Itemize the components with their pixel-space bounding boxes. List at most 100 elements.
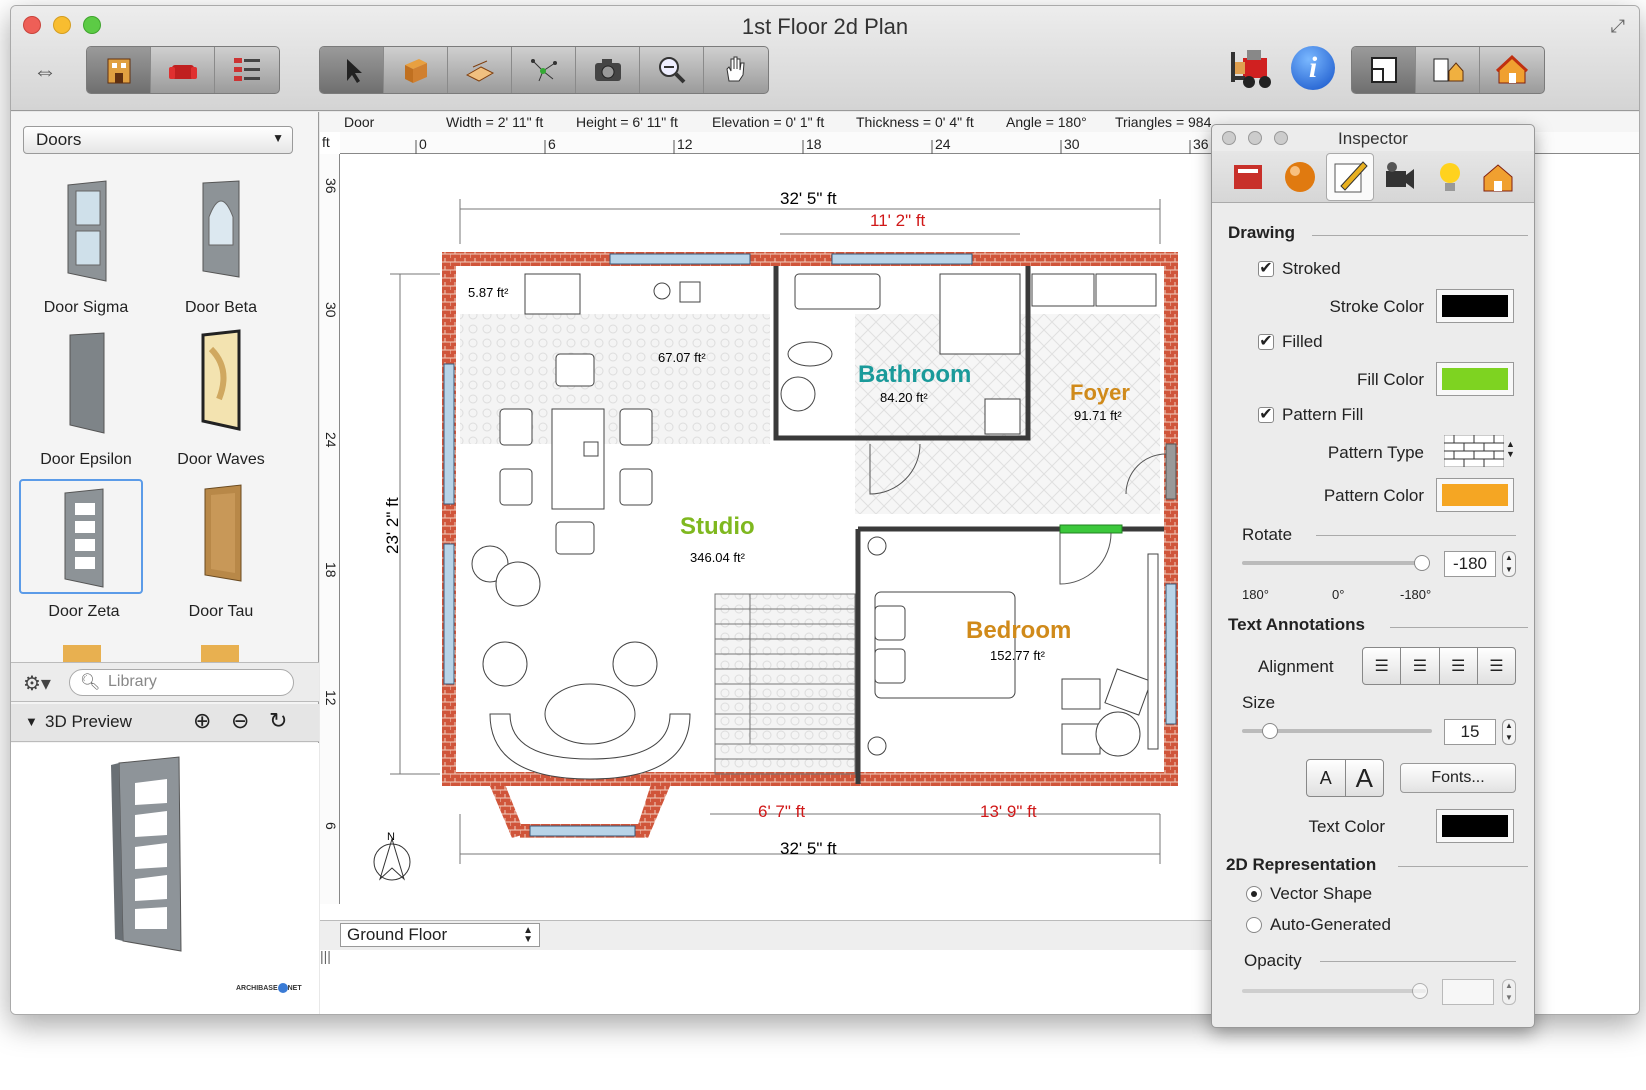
tab-camera-icon[interactable] [1382,159,1418,200]
gear-icon[interactable]: ⚙▾ [23,671,51,696]
tab-light-icon[interactable] [1432,159,1468,200]
align-right-button[interactable]: ☰ [1440,648,1478,684]
magnifier-icon [658,57,685,84]
3d-preview[interactable]: ARCHIBASE NET [11,743,319,1014]
room-name-foyer: Foyer [1070,380,1130,405]
larger-font-button[interactable]: A [1346,760,1384,796]
rotate-stepper[interactable]: ▲ ▼ [1502,551,1516,577]
split-view-button[interactable] [1416,47,1480,93]
nodes-icon [530,59,557,82]
font-size-segmented-control: A A [1306,759,1384,797]
text-color-well[interactable] [1436,809,1514,843]
auto-generated-radio[interactable]: Auto-Generated [1246,915,1391,935]
rotate-slider[interactable] [1242,561,1426,565]
category-select[interactable]: Doors ▼ [23,126,293,154]
dim-top: 32' 5" ft [780,189,837,208]
resize-handle-icon[interactable]: ||| [320,948,331,964]
canvas-bottom-bar: Ground Floor ▲ ▼ [320,920,1220,950]
zoom-in-icon[interactable]: ⊕ [193,708,211,734]
close-panel-button[interactable] [1222,131,1236,145]
category-value: Doors [36,130,82,149]
door-tau-icon [204,484,242,582]
toggle-sidebar-button[interactable]: ⇔ [33,58,57,86]
library-item-door-zeta[interactable]: Door Zeta [19,479,149,629]
fullscreen-icon[interactable]: ⤢ [1611,16,1625,37]
opacity-stepper[interactable]: ▲ ▼ [1502,979,1516,1005]
door-sigma-icon [67,180,107,282]
radio-selected-icon [1246,886,1262,902]
tab-material-icon[interactable] [1282,159,1318,200]
stepper-arrows-icon: ▲ ▼ [1506,439,1515,459]
info-elevation: Elevation = 0' 1" ft [712,114,825,130]
rotate-value-field[interactable]: -180 [1444,551,1496,577]
floor-select[interactable]: Ground Floor ▲ ▼ [340,923,540,947]
tab-building-icon[interactable] [1480,159,1516,200]
pan-tool-button[interactable] [704,47,768,93]
size-slider-knob[interactable] [1262,723,1278,739]
align-left-button[interactable]: ☰ [1363,648,1402,684]
size-label: Size [1242,693,1276,712]
list-view-button[interactable] [215,47,279,93]
library-item-label: Door Tau [188,603,254,620]
align-justify-button[interactable]: ☰ [1478,648,1515,684]
select-tool-button[interactable] [320,47,384,93]
ruler-tick: 24 [323,432,339,448]
zoom-panel-button[interactable] [1274,131,1288,145]
points-tool-button[interactable] [512,47,576,93]
text-annotations-header: Text Annotations [1228,615,1365,634]
stroke-color-well[interactable] [1436,289,1514,323]
zoom-tool-button[interactable] [640,47,704,93]
info-thickness: Thickness = 0' 4" ft [856,114,974,130]
chevron-down-icon: ▼ [272,131,284,145]
dim-bottom-red-2: 13' 9" ft [980,802,1037,821]
library-search-input[interactable]: 🔍︎ Library [69,669,294,696]
plan-view-button[interactable] [1352,47,1416,93]
library-item-door-epsilon[interactable]: Door Epsilon [21,329,151,479]
compass-icon: N [373,831,411,881]
view-mode-toolbar-group [1351,46,1545,94]
align-center-button[interactable]: ☰ [1401,648,1440,684]
window-title: 1st Floor 2d Plan [741,14,909,39]
floor-tool-button[interactable] [448,47,512,93]
zoom-out-icon[interactable]: ⊖ [231,708,249,734]
wall-tool-button[interactable] [384,47,448,93]
library-item-label: Door Zeta [48,603,120,620]
pattern-fill-checkbox[interactable]: ✔ Pattern Fill [1258,405,1363,425]
opacity-slider-knob[interactable] [1412,983,1428,999]
library-item-door-waves[interactable]: Door Waves [156,329,286,479]
floor-plan[interactable]: 32' 5" ft 11' 2" ft 23' 2" ft 32' 5" ft … [340,154,1240,914]
rotate-slider-knob[interactable] [1414,555,1430,571]
size-stepper[interactable]: ▲ ▼ [1502,719,1516,745]
rotate-icon[interactable]: ↻ [269,708,287,734]
pattern-color-well[interactable] [1436,478,1514,512]
ruler-tick: 6 [548,136,556,152]
disclosure-triangle-icon[interactable]: ▼ [25,714,38,729]
smaller-font-button[interactable]: A [1307,760,1346,796]
opacity-value-field[interactable] [1442,979,1494,1005]
pattern-type-select[interactable]: ▲ ▼ [1443,434,1516,469]
library-item-door-beta[interactable]: Door Beta [156,177,286,327]
fill-color-well[interactable] [1436,362,1514,396]
vector-shape-radio[interactable]: Vector Shape [1246,884,1372,904]
tab-object-icon[interactable] [1230,159,1266,200]
checkmark-icon: ✔ [1258,260,1274,277]
library-item-door-tau[interactable]: Door Tau [156,481,286,631]
library-item-label: Door Sigma [43,299,129,316]
tab-drawing-icon[interactable] [1326,153,1374,201]
opacity-slider[interactable] [1242,989,1426,993]
filled-checkbox[interactable]: ✔ Filled [1258,332,1323,352]
info-icon[interactable]: i [1291,46,1335,90]
fonts-button[interactable]: Fonts... [1400,763,1516,793]
ruler-tick: 0 [419,136,427,152]
stroked-checkbox[interactable]: ✔ Stroked [1258,259,1341,279]
text-color-swatch [1442,815,1508,837]
furniture-library-button[interactable] [151,47,215,93]
forklift-icon[interactable] [1225,44,1281,99]
library-item-door-sigma[interactable]: Door Sigma [21,177,151,327]
building-library-button[interactable] [87,47,151,93]
ruler-tick: 18 [806,136,822,152]
minimize-panel-button[interactable] [1248,131,1262,145]
size-value-field[interactable]: 15 [1444,719,1496,745]
3d-view-button[interactable] [1480,47,1544,93]
camera-tool-button[interactable] [576,47,640,93]
